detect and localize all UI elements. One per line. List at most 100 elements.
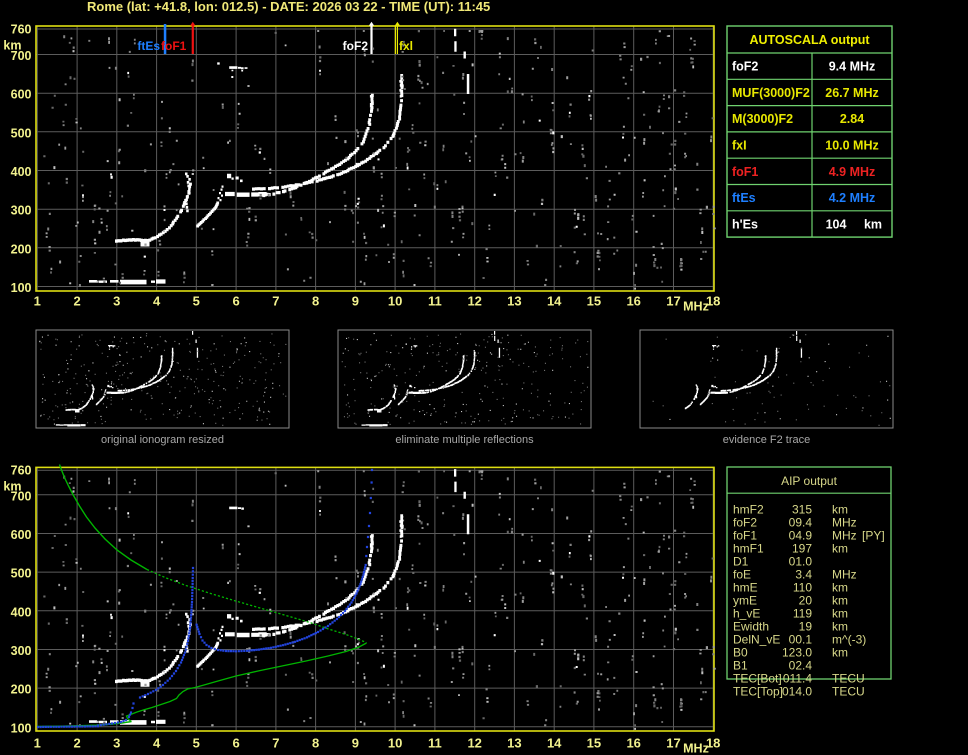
svg-text:6: 6 <box>232 294 239 309</box>
svg-text:foF1: foF1 <box>733 529 757 543</box>
svg-text:760: 760 <box>11 23 32 37</box>
svg-text:foF2: foF2 <box>733 516 757 530</box>
svg-text:20: 20 <box>799 594 813 608</box>
svg-text:200: 200 <box>11 242 32 256</box>
svg-text:600: 600 <box>11 88 32 102</box>
svg-text:13: 13 <box>507 736 521 751</box>
svg-text:2: 2 <box>73 736 80 751</box>
svg-text:197: 197 <box>792 542 812 556</box>
svg-text:AUTOSCALA output: AUTOSCALA output <box>749 33 870 47</box>
svg-text:500: 500 <box>11 126 32 140</box>
svg-text:01.0: 01.0 <box>789 555 813 569</box>
svg-text:4: 4 <box>153 736 161 751</box>
svg-text:km: km <box>864 217 882 231</box>
svg-text:10: 10 <box>388 736 402 751</box>
svg-text:300: 300 <box>11 644 32 658</box>
svg-text:315: 315 <box>792 503 812 517</box>
svg-text:10.0 MHz: 10.0 MHz <box>825 139 879 153</box>
svg-text:8: 8 <box>312 294 319 309</box>
svg-text:100: 100 <box>11 281 32 295</box>
svg-text:original ionogram resized: original ionogram resized <box>101 434 224 446</box>
svg-text:3: 3 <box>113 294 120 309</box>
svg-text:MHz: MHz <box>832 529 857 543</box>
svg-text:B1: B1 <box>733 659 748 673</box>
svg-text:ftEs: ftEs <box>137 39 160 53</box>
svg-text:h'Es: h'Es <box>732 217 758 231</box>
svg-text:Rome (lat: +41.8, lon: 012.5): Rome (lat: +41.8, lon: 012.5) - DATE: 20… <box>87 0 490 14</box>
svg-text:ftEs: ftEs <box>732 191 756 205</box>
svg-text:MHz: MHz <box>683 742 709 755</box>
svg-text:hmF2: hmF2 <box>733 503 764 517</box>
svg-text:fxl: fxl <box>399 39 413 53</box>
svg-text:km: km <box>3 480 21 494</box>
svg-text:hmE: hmE <box>733 581 758 595</box>
svg-text:km: km <box>832 620 848 634</box>
svg-text:14: 14 <box>547 294 562 309</box>
svg-text:1: 1 <box>34 736 41 751</box>
svg-text:km: km <box>832 542 848 556</box>
svg-text:km: km <box>832 607 848 621</box>
svg-text:DelN_vE: DelN_vE <box>733 633 780 647</box>
svg-text:M(3000)F2: M(3000)F2 <box>732 112 793 126</box>
svg-text:TEC[Bot]: TEC[Bot] <box>733 672 782 686</box>
svg-text:km: km <box>3 39 21 53</box>
svg-text:200: 200 <box>11 683 32 697</box>
svg-text:4.2 MHz: 4.2 MHz <box>829 191 876 205</box>
svg-text:MHz: MHz <box>832 516 857 530</box>
svg-text:foF1: foF1 <box>732 165 758 179</box>
svg-text:TEC[Top]: TEC[Top] <box>733 685 783 699</box>
svg-text:16: 16 <box>626 294 640 309</box>
svg-text:00.1: 00.1 <box>789 633 813 647</box>
svg-text:4.9 MHz: 4.9 MHz <box>829 165 876 179</box>
svg-text:14: 14 <box>547 736 562 751</box>
svg-text:110: 110 <box>793 581 812 595</box>
svg-text:m^(-3): m^(-3) <box>832 633 866 647</box>
svg-text:7: 7 <box>272 294 279 309</box>
svg-text:26.7 MHz: 26.7 MHz <box>825 86 879 100</box>
svg-text:19: 19 <box>799 620 813 634</box>
svg-text:15: 15 <box>587 736 601 751</box>
svg-text:5: 5 <box>193 294 200 309</box>
svg-text:km: km <box>832 594 848 608</box>
svg-text:17: 17 <box>666 294 680 309</box>
svg-text:2.84: 2.84 <box>840 112 864 126</box>
svg-text:12: 12 <box>467 294 481 309</box>
svg-text:09.4: 09.4 <box>789 516 813 530</box>
svg-text:evidence F2 trace: evidence F2 trace <box>723 434 810 446</box>
svg-text:400: 400 <box>11 605 32 619</box>
svg-text:13: 13 <box>507 294 521 309</box>
svg-text:12: 12 <box>467 736 481 751</box>
svg-text:Ewidth: Ewidth <box>733 620 769 634</box>
svg-text:km: km <box>832 646 848 660</box>
svg-text:3: 3 <box>113 736 120 751</box>
svg-text:02.4: 02.4 <box>789 659 813 673</box>
svg-text:11: 11 <box>428 736 442 751</box>
svg-text:[PY]: [PY] <box>862 529 885 543</box>
svg-text:B0: B0 <box>733 646 748 660</box>
svg-text:hmF1: hmF1 <box>733 542 764 556</box>
svg-text:011.4: 011.4 <box>783 672 812 686</box>
svg-text:300: 300 <box>11 204 32 218</box>
svg-text:119: 119 <box>793 607 812 621</box>
svg-text:11: 11 <box>428 294 442 309</box>
svg-text:AIP output: AIP output <box>781 474 837 488</box>
svg-text:MUF(3000)F2: MUF(3000)F2 <box>732 86 810 100</box>
svg-text:104: 104 <box>826 217 847 231</box>
svg-text:04.9: 04.9 <box>789 529 813 543</box>
svg-text:ymE: ymE <box>733 594 757 608</box>
svg-text:9: 9 <box>352 736 359 751</box>
svg-text:4: 4 <box>153 294 161 309</box>
svg-text:foF2: foF2 <box>732 60 758 74</box>
svg-text:123.0: 123.0 <box>782 646 812 660</box>
svg-text:9: 9 <box>352 294 359 309</box>
svg-text:km: km <box>832 581 848 595</box>
svg-text:400: 400 <box>11 165 32 179</box>
svg-text:8: 8 <box>312 736 319 751</box>
svg-text:1: 1 <box>34 294 41 309</box>
svg-text:km: km <box>832 503 848 517</box>
svg-text:10: 10 <box>388 294 402 309</box>
svg-text:100: 100 <box>11 721 32 735</box>
svg-text:3.4: 3.4 <box>795 568 812 582</box>
svg-text:014.0: 014.0 <box>782 685 812 699</box>
svg-text:15: 15 <box>587 294 601 309</box>
